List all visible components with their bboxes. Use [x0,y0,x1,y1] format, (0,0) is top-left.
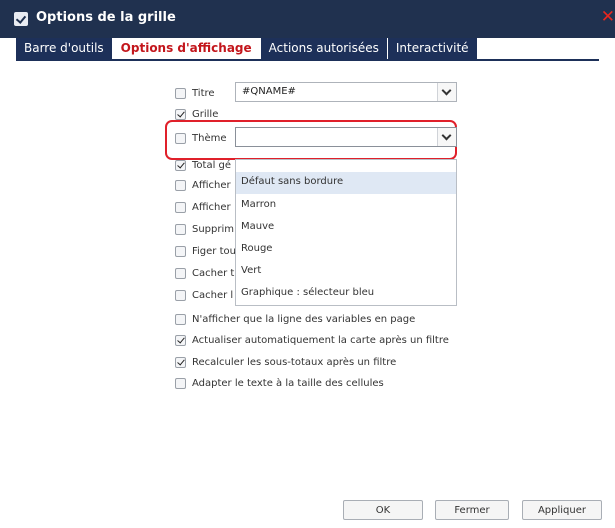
theme-label: Thème [192,133,227,144]
theme-checkbox[interactable] [175,133,186,144]
dropdown-option-label: Marron [241,199,277,210]
dialog-title: Options de la grille [36,10,176,25]
tab-options-affichage[interactable]: Options d'affichage [112,38,261,59]
afficher-1-checkbox[interactable] [175,180,186,191]
adapter-checkbox[interactable] [175,378,186,389]
recalculer-label: Recalculer les sous-totaux après un filt… [192,357,397,368]
adapter-label: Adapter le texte à la taille des cellule… [192,378,384,389]
grille-checkbox[interactable] [175,109,186,120]
tab-underline [16,59,599,61]
nafficher-label: N'afficher que la ligne des variables en… [192,314,416,325]
actualiser-checkbox[interactable] [175,335,186,346]
chevron-down-icon[interactable] [437,83,456,101]
afficher-2-checkbox[interactable] [175,202,186,213]
recalculer-checkbox[interactable] [175,357,186,368]
supprimer-label: Supprim [192,224,235,235]
titre-select-value: #QNAME# [242,86,296,97]
dropdown-option[interactable]: Vert [236,261,456,283]
afficher-2-label: Afficher [192,202,231,213]
figer-checkbox[interactable] [175,246,186,257]
dropdown-option-label: Défaut sans bordure [241,176,344,187]
close-icon[interactable]: ✕ [601,7,615,27]
nafficher-checkbox[interactable] [175,314,186,325]
dropdown-option[interactable]: Défaut sans bordure [236,172,456,194]
dropdown-option-label: Graphique : sélecteur bleu [241,287,375,298]
dropdown-option-label: Mauve [241,221,275,232]
theme-dropdown-list: Défaut sans bordure Marron Mauve Rouge V… [235,159,457,306]
dropdown-option-label: Rouge [241,243,273,254]
dropdown-option[interactable]: Graphique : sélecteur bleu [236,283,456,305]
tab-bar: Barre d'outils Options d'affichage Actio… [16,38,478,59]
cacher-1-checkbox[interactable] [175,268,186,279]
tab-actions-autorisees[interactable]: Actions autorisées [260,38,388,59]
dropdown-option[interactable]: Marron [236,195,456,217]
theme-select[interactable] [235,127,457,147]
cacher-1-label: Cacher t [192,268,235,279]
titre-checkbox[interactable] [175,88,186,99]
apply-button[interactable]: Appliquer [522,500,602,520]
dialog-checkbox-icon [14,12,28,26]
afficher-1-label: Afficher [192,180,231,191]
dialog-titlebar: Options de la grille ✕ [0,0,615,38]
titre-select[interactable]: #QNAME# [235,82,457,102]
cacher-2-checkbox[interactable] [175,290,186,301]
ok-button[interactable]: OK [343,500,423,520]
tab-interactivite[interactable]: Interactivité [387,38,478,59]
dropdown-option[interactable]: Rouge [236,239,456,261]
actualiser-label: Actualiser automatiquement la carte aprè… [192,335,449,346]
figer-label: Figer tou [192,246,236,257]
total-label: Total gé [192,160,232,171]
total-checkbox[interactable] [175,160,186,171]
chevron-down-icon[interactable] [437,128,456,146]
dropdown-option[interactable]: Mauve [236,217,456,239]
tab-barre-outils[interactable]: Barre d'outils [16,38,113,59]
supprimer-checkbox[interactable] [175,224,186,235]
dropdown-option-label: Vert [241,265,262,276]
close-button[interactable]: Fermer [435,500,509,520]
cacher-2-label: Cacher l [192,290,234,301]
titre-label: Titre [192,88,215,99]
